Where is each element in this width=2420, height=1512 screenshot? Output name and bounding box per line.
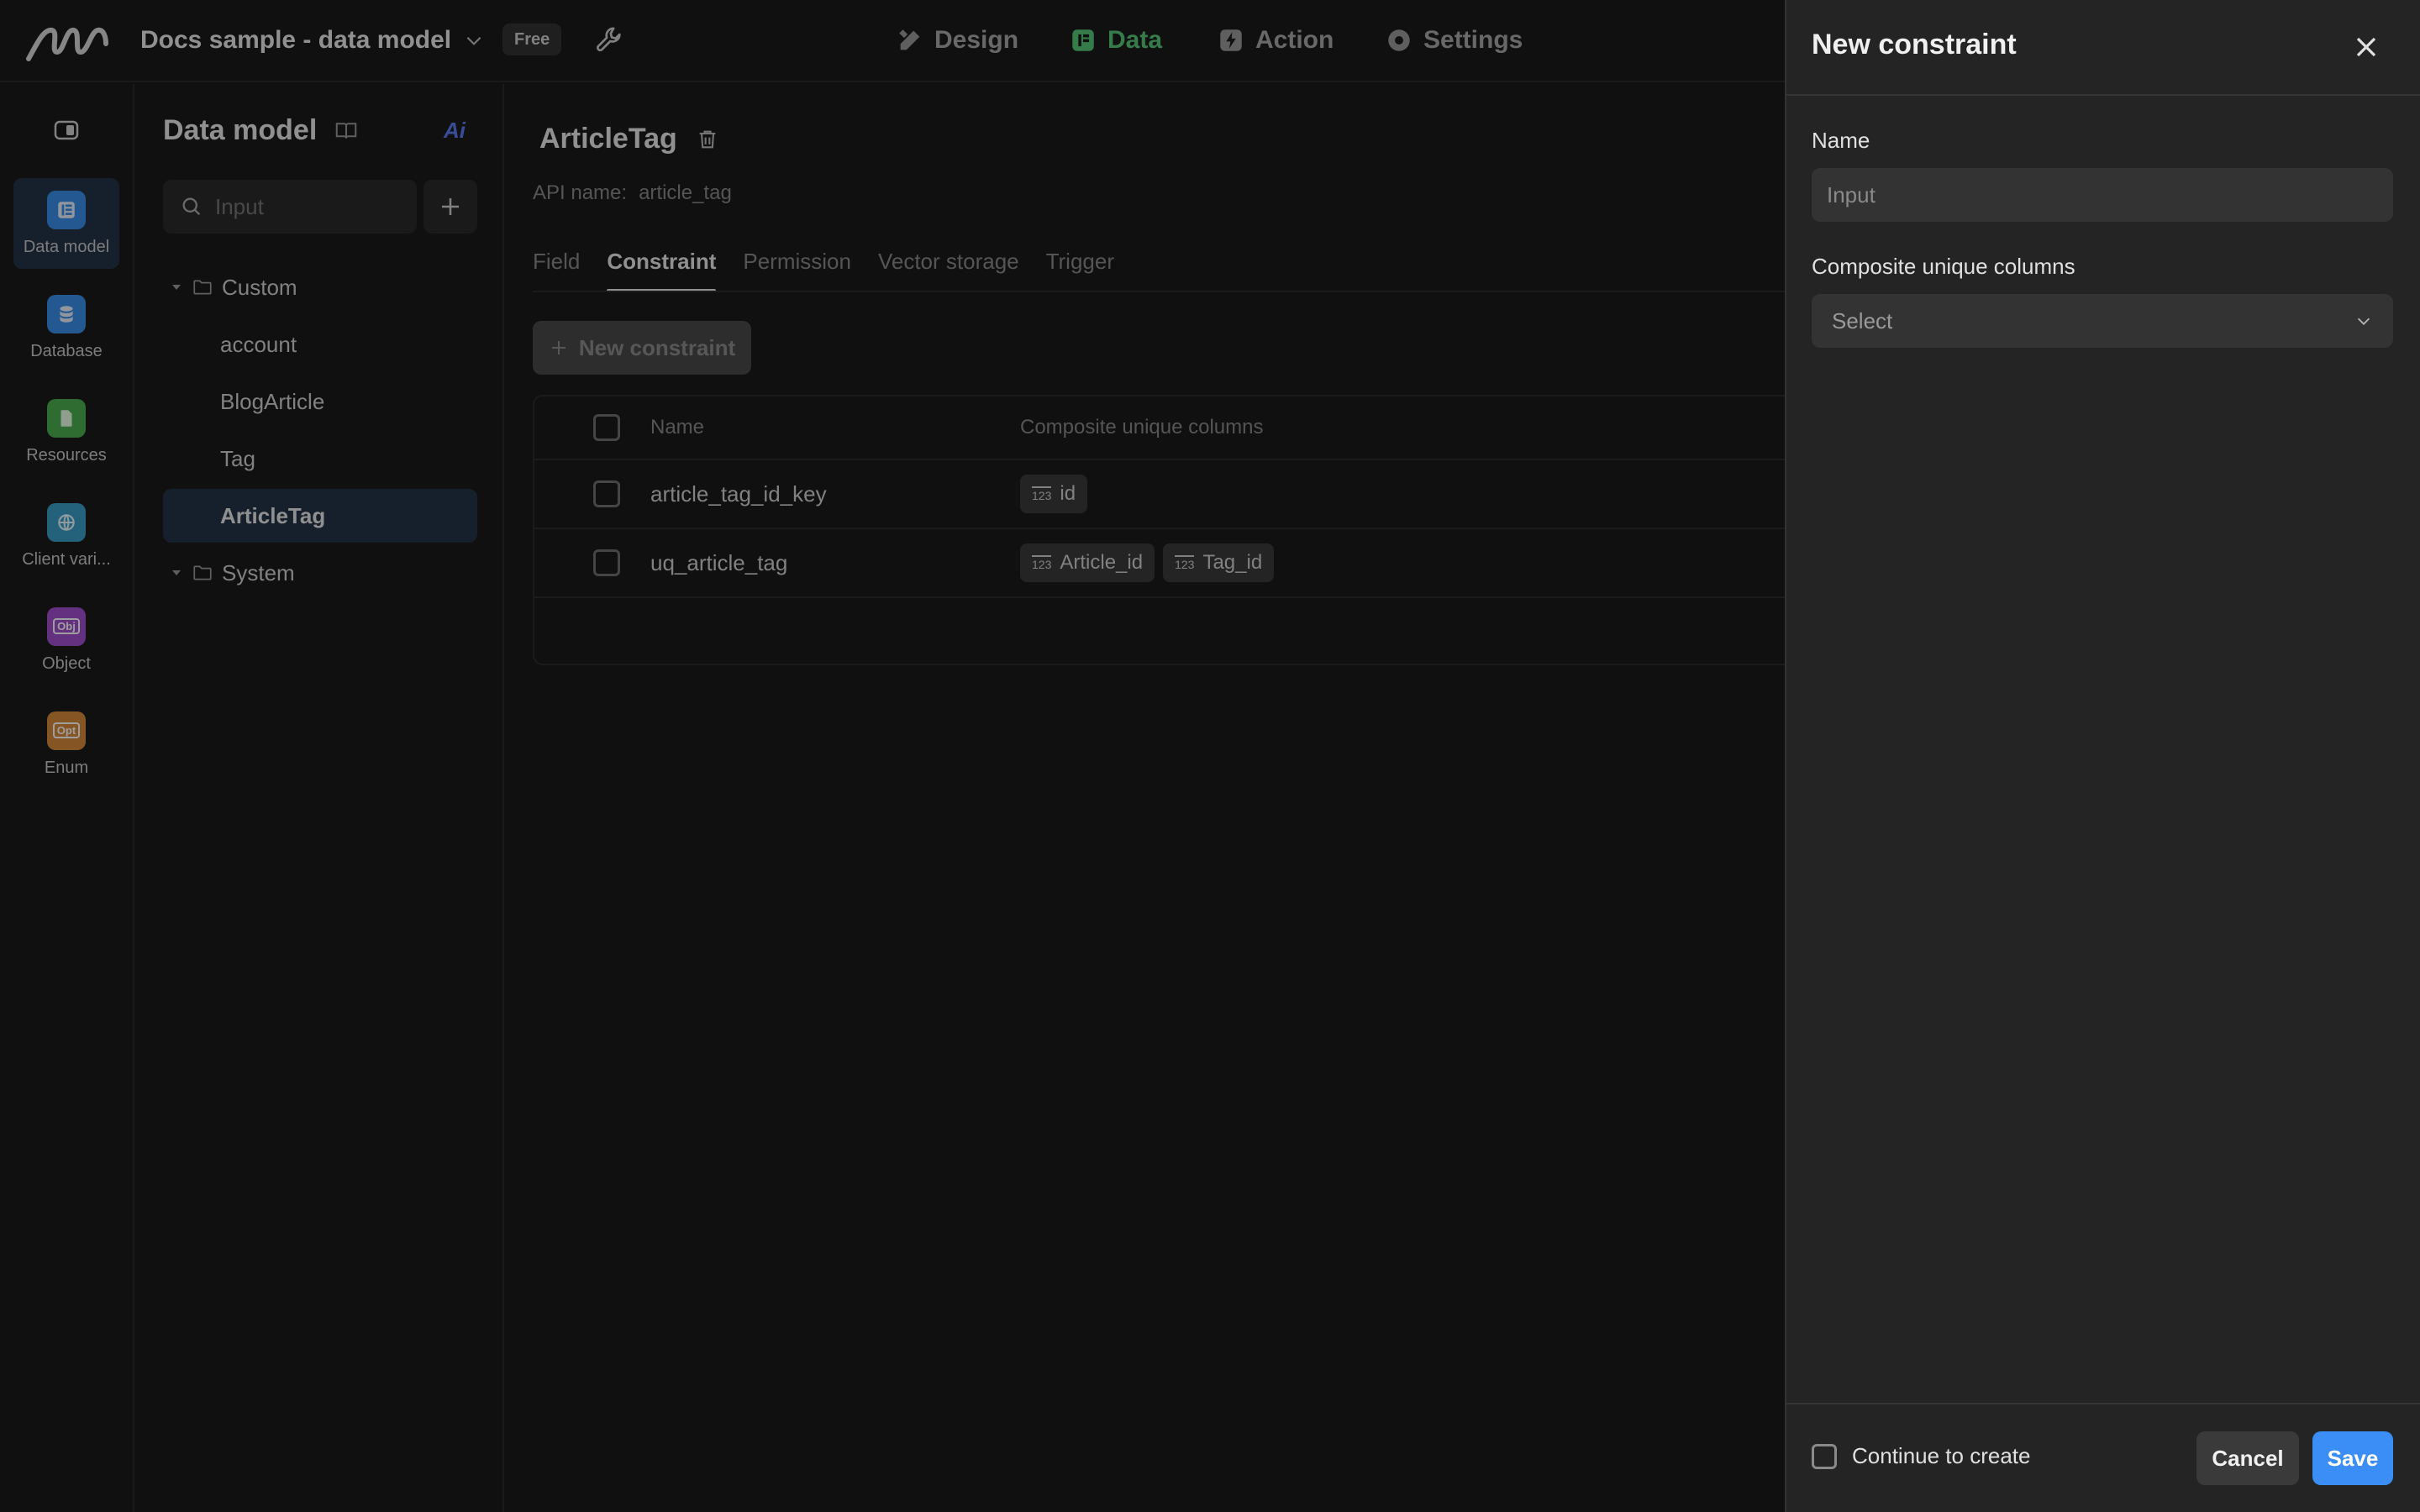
name-placeholder: Input (1827, 181, 1876, 207)
columns-placeholder: Select (1832, 307, 1893, 333)
continue-to-create[interactable]: Continue to create (1812, 1443, 2030, 1469)
save-button[interactable]: Save (2312, 1431, 2393, 1485)
continue-label: Continue to create (1852, 1443, 2031, 1468)
name-input[interactable]: Input (1812, 168, 2393, 222)
columns-label: Composite unique columns (1812, 254, 2075, 279)
drawer-divider (1785, 94, 2420, 96)
drawer-footer-divider (1785, 1403, 2420, 1404)
continue-checkbox[interactable] (1812, 1443, 1837, 1469)
new-constraint-drawer (1785, 0, 2420, 1512)
name-label: Name (1812, 128, 1870, 153)
cancel-button[interactable]: Cancel (2196, 1431, 2299, 1485)
chevron-down-icon (2357, 318, 2370, 325)
close-icon[interactable] (2349, 30, 2383, 64)
modal-overlay[interactable] (0, 0, 1785, 1512)
columns-select[interactable]: Select (1812, 294, 2393, 348)
drawer-title: New constraint (1812, 29, 2017, 60)
